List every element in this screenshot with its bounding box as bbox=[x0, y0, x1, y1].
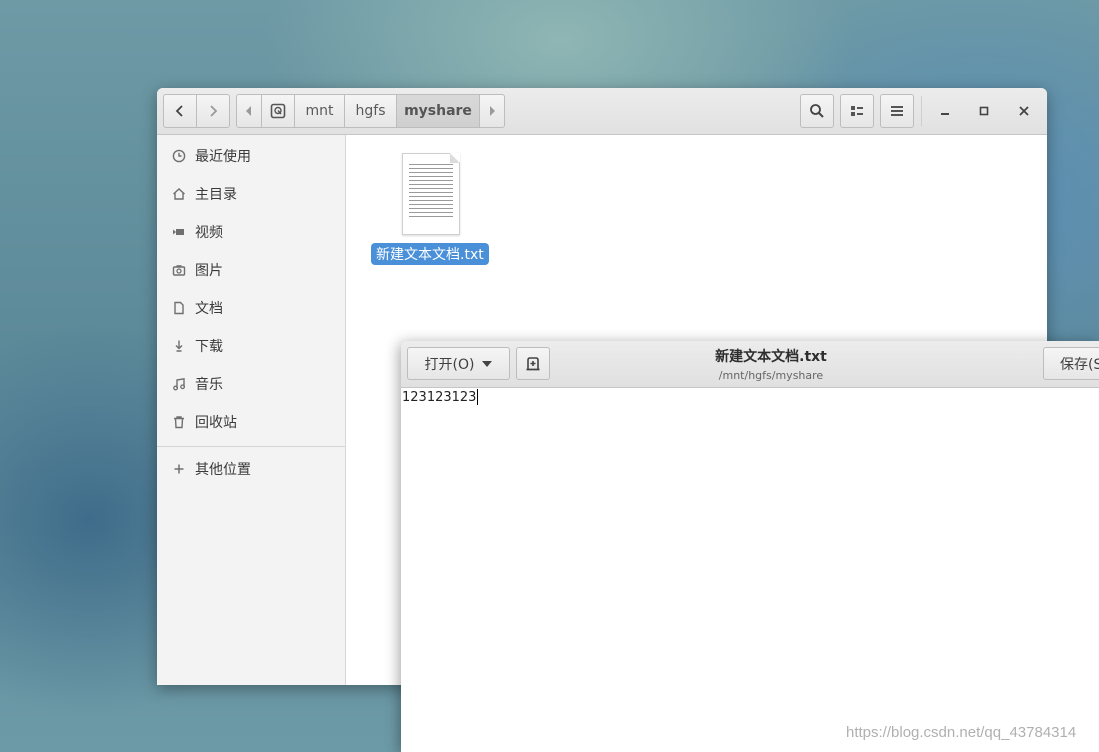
text-caret bbox=[477, 389, 479, 405]
sidebar: 最近使用 主目录 视频 图片 文档 下载 音乐 回收站 其他位置 bbox=[157, 135, 346, 685]
sidebar-item-label: 下载 bbox=[195, 339, 223, 355]
close-button[interactable] bbox=[1013, 100, 1035, 122]
editor-title: 新建文本文档.txt /mnt/hgfs/myshare bbox=[715, 346, 827, 382]
sidebar-item-label: 其他位置 bbox=[195, 462, 251, 478]
minimize-icon bbox=[941, 113, 949, 115]
chevron-right-icon bbox=[210, 105, 218, 117]
path-segment-mnt[interactable]: mnt bbox=[294, 94, 345, 128]
chevron-down-icon bbox=[482, 360, 493, 367]
editor-text: 123123123 bbox=[402, 389, 477, 405]
save-button-label: 保存(S bbox=[1060, 356, 1099, 373]
chevron-left-icon bbox=[175, 105, 183, 117]
path-segment-hgfs[interactable]: hgfs bbox=[344, 94, 397, 128]
close-icon bbox=[1019, 106, 1029, 116]
menu-button[interactable] bbox=[880, 94, 914, 128]
video-icon bbox=[171, 224, 187, 240]
minimize-button[interactable] bbox=[934, 100, 956, 122]
save-button[interactable]: 保存(S bbox=[1043, 347, 1099, 380]
editor-headerbar: 打开(O) 新建文本文档.txt /mnt/hgfs/myshare 保存(S bbox=[401, 341, 1099, 388]
triangle-right-icon bbox=[490, 106, 495, 116]
view-mode-button[interactable] bbox=[840, 94, 874, 128]
sidebar-item-label: 最近使用 bbox=[195, 149, 251, 165]
sidebar-item-recent[interactable]: 最近使用 bbox=[157, 142, 345, 170]
new-document-button[interactable] bbox=[516, 347, 550, 380]
new-document-icon bbox=[526, 356, 540, 370]
document-icon bbox=[171, 300, 187, 316]
maximize-button[interactable] bbox=[973, 100, 995, 122]
maximize-icon bbox=[979, 106, 989, 116]
sidebar-item-label: 视频 bbox=[195, 225, 223, 241]
path-root-button[interactable] bbox=[261, 94, 295, 128]
sidebar-item-music[interactable]: 音乐 bbox=[157, 370, 345, 398]
watermark: https://blog.csdn.net/qq_43784314 bbox=[846, 724, 1077, 741]
camera-icon bbox=[171, 262, 187, 278]
sidebar-item-other-locations[interactable]: 其他位置 bbox=[157, 455, 345, 483]
open-button[interactable]: 打开(O) bbox=[407, 347, 510, 380]
path-segment-myshare[interactable]: myshare bbox=[396, 94, 480, 128]
drive-icon bbox=[270, 103, 286, 119]
path-scroll-left-button[interactable] bbox=[236, 94, 262, 128]
sidebar-item-downloads[interactable]: 下载 bbox=[157, 332, 345, 360]
sidebar-item-label: 文档 bbox=[195, 301, 223, 317]
document-path: /mnt/hgfs/myshare bbox=[718, 369, 824, 382]
file-name-label[interactable]: 新建文本文档.txt bbox=[371, 243, 489, 265]
list-view-icon bbox=[851, 106, 863, 116]
text-file-icon[interactable] bbox=[402, 153, 460, 235]
forward-button[interactable] bbox=[196, 94, 230, 128]
sidebar-item-trash[interactable]: 回收站 bbox=[157, 408, 345, 436]
download-icon bbox=[171, 338, 187, 354]
editor-text-area[interactable]: 123123123 bbox=[402, 389, 479, 405]
file-manager-headerbar: mnt hgfs myshare bbox=[157, 88, 1047, 135]
sidebar-item-label: 音乐 bbox=[195, 377, 223, 393]
sidebar-item-pictures[interactable]: 图片 bbox=[157, 256, 345, 284]
search-icon bbox=[810, 104, 824, 118]
trash-icon bbox=[171, 414, 187, 430]
clock-icon bbox=[171, 148, 187, 164]
path-scroll-right-button[interactable] bbox=[479, 94, 505, 128]
search-button[interactable] bbox=[800, 94, 834, 128]
text-editor-window: 打开(O) 新建文本文档.txt /mnt/hgfs/myshare 保存(S … bbox=[401, 341, 1099, 752]
back-button[interactable] bbox=[163, 94, 197, 128]
home-icon bbox=[171, 186, 187, 202]
hamburger-menu-icon bbox=[891, 106, 903, 116]
sidebar-item-videos[interactable]: 视频 bbox=[157, 218, 345, 246]
sidebar-item-documents[interactable]: 文档 bbox=[157, 294, 345, 322]
sidebar-separator bbox=[157, 446, 345, 447]
plus-icon bbox=[171, 461, 187, 477]
sidebar-item-label: 主目录 bbox=[195, 187, 237, 203]
sidebar-item-label: 回收站 bbox=[195, 415, 237, 431]
header-separator bbox=[921, 96, 922, 126]
music-icon bbox=[171, 376, 187, 392]
document-title: 新建文本文档.txt bbox=[715, 349, 827, 365]
sidebar-item-home[interactable]: 主目录 bbox=[157, 180, 345, 208]
sidebar-item-label: 图片 bbox=[195, 263, 223, 279]
open-button-label: 打开(O) bbox=[424, 356, 475, 373]
triangle-left-icon bbox=[246, 106, 251, 116]
